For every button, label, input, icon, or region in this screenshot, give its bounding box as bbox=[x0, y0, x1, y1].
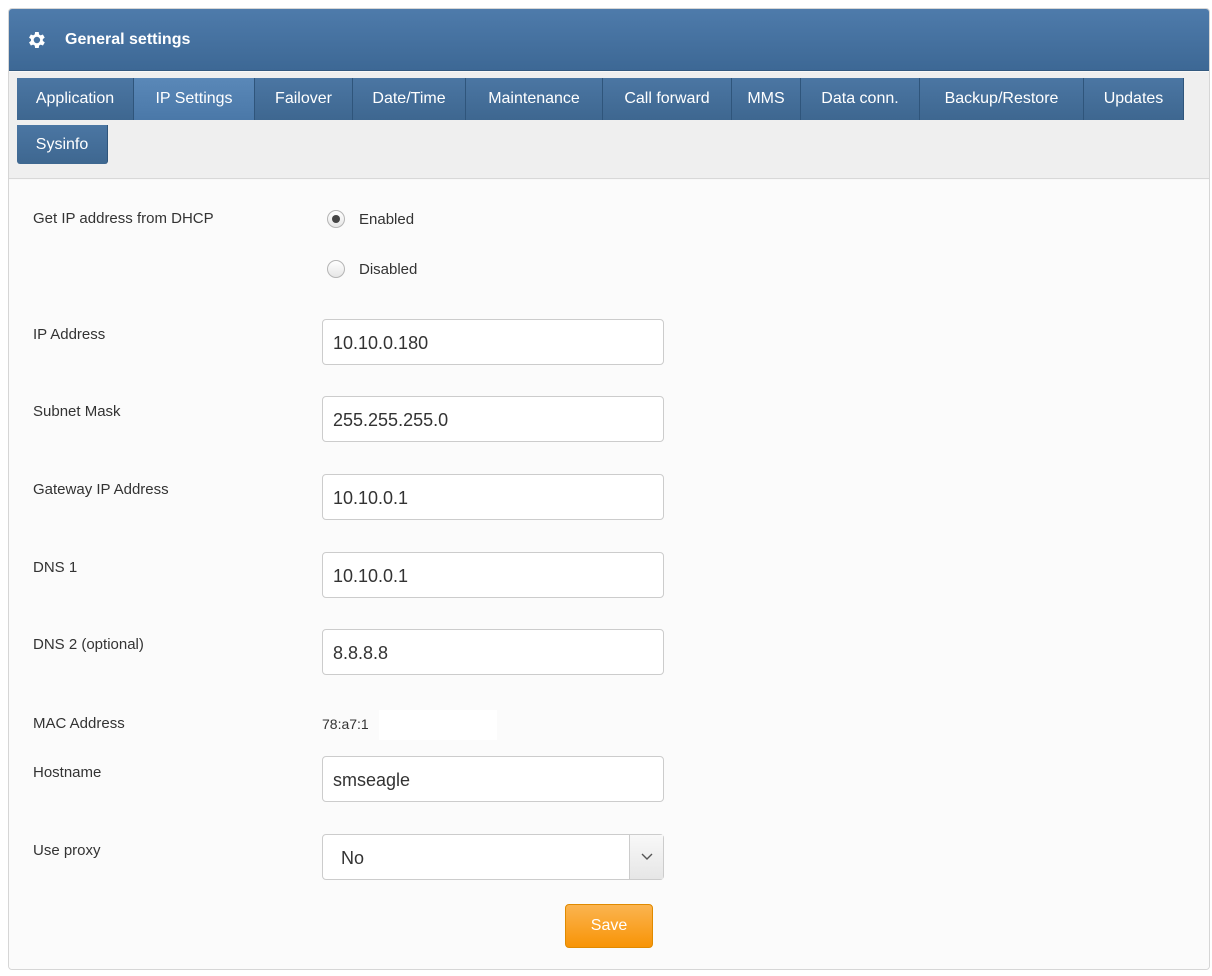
chevron-down-icon[interactable] bbox=[629, 835, 663, 879]
hostname-label: Hostname bbox=[33, 764, 102, 781]
settings-panel: General settings Application IP Settings… bbox=[8, 8, 1210, 970]
gateway-input[interactable]: 10.10.0.1 bbox=[322, 474, 664, 520]
ip-settings-form: Get IP address from DHCP Enabled Disable… bbox=[9, 180, 1209, 969]
dhcp-disabled-label: Disabled bbox=[359, 260, 418, 278]
tab-call-forward[interactable]: Call forward bbox=[603, 78, 732, 120]
dns2-label: DNS 2 (optional) bbox=[33, 636, 144, 653]
subnet-mask-input[interactable]: 255.255.255.0 bbox=[322, 396, 664, 442]
tab-data-conn[interactable]: Data conn. bbox=[801, 78, 920, 120]
tab-ip-settings[interactable]: IP Settings bbox=[134, 78, 255, 120]
tab-application[interactable]: Application bbox=[17, 78, 134, 120]
save-button[interactable]: Save bbox=[565, 904, 653, 948]
dns1-label: DNS 1 bbox=[33, 559, 78, 576]
ip-address-label: IP Address bbox=[33, 326, 106, 343]
dhcp-disabled-radio[interactable] bbox=[327, 260, 345, 278]
mac-address-label: MAC Address bbox=[33, 715, 125, 732]
tab-failover[interactable]: Failover bbox=[255, 78, 353, 120]
tab-updates[interactable]: Updates bbox=[1084, 78, 1184, 120]
use-proxy-select[interactable]: No bbox=[322, 834, 664, 880]
dhcp-enabled-radio[interactable] bbox=[327, 210, 345, 228]
tab-maintenance[interactable]: Maintenance bbox=[466, 78, 603, 120]
gear-icon bbox=[25, 29, 47, 51]
dhcp-enabled-option[interactable]: Enabled bbox=[327, 210, 414, 228]
use-proxy-value: No bbox=[341, 848, 365, 868]
panel-header: General settings bbox=[9, 9, 1209, 71]
ip-address-input[interactable]: 10.10.0.180 bbox=[322, 319, 664, 365]
dns2-input[interactable]: 8.8.8.8 bbox=[322, 629, 664, 675]
dns1-input[interactable]: 10.10.0.1 bbox=[322, 552, 664, 598]
hostname-input[interactable]: smseagle bbox=[322, 756, 664, 802]
dhcp-disabled-option[interactable]: Disabled bbox=[327, 260, 417, 278]
tab-sysinfo[interactable]: Sysinfo bbox=[17, 125, 108, 164]
redaction-box bbox=[379, 710, 497, 740]
subnet-mask-label: Subnet Mask bbox=[33, 403, 121, 420]
use-proxy-label: Use proxy bbox=[33, 842, 101, 859]
tab-date-time[interactable]: Date/Time bbox=[353, 78, 466, 120]
tab-backup-restore[interactable]: Backup/Restore bbox=[920, 78, 1084, 120]
panel-title: General settings bbox=[65, 30, 191, 48]
dhcp-enabled-label: Enabled bbox=[359, 210, 415, 228]
tab-bar: Application IP Settings Failover Date/Ti… bbox=[9, 72, 1209, 179]
gateway-label: Gateway IP Address bbox=[33, 481, 169, 498]
tab-mms[interactable]: MMS bbox=[732, 78, 801, 120]
mac-address-value: 78:a7:1 bbox=[322, 716, 369, 732]
dhcp-label: Get IP address from DHCP bbox=[33, 210, 214, 227]
